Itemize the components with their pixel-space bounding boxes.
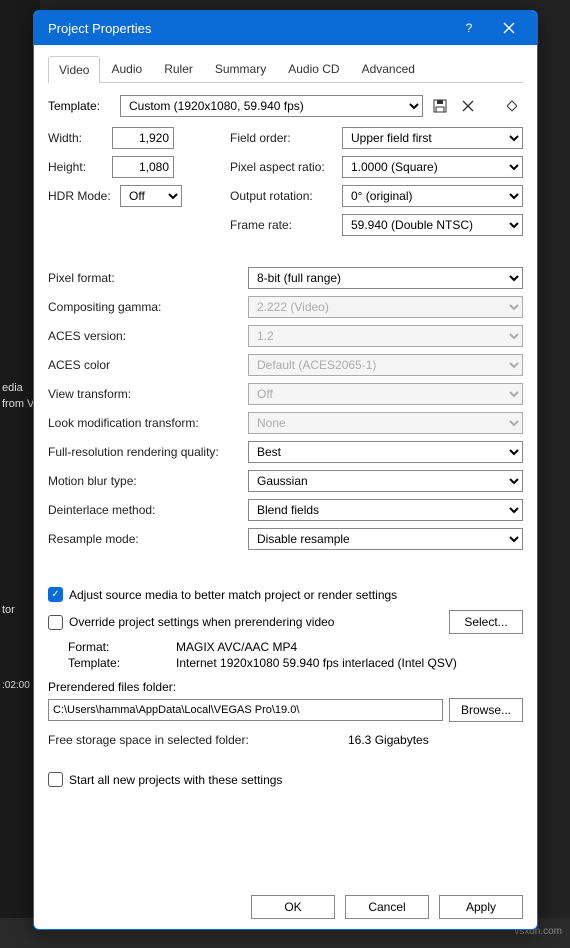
tab-advanced[interactable]: Advanced [351,55,426,82]
prerender-template-label: Template: [68,656,176,670]
dialog-footer: OK Cancel Apply [34,885,537,929]
cancel-button[interactable]: Cancel [345,895,429,919]
folder-input[interactable] [48,699,443,721]
x-icon [462,100,474,112]
close-button[interactable] [489,13,529,43]
tab-audio-cd[interactable]: Audio CD [277,55,350,82]
help-button[interactable]: ? [449,13,489,43]
field-order-select[interactable]: Upper field first [342,127,523,149]
project-properties-dialog: Project Properties ? Video Audio Ruler S… [33,10,538,930]
hdr-label: HDR Mode: [48,189,120,203]
resample-label: Resample mode: [48,532,248,546]
height-input[interactable] [112,156,174,178]
freespace-label: Free storage space in selected folder: [48,733,348,747]
width-input[interactable] [112,127,174,149]
hdr-select[interactable]: Off [120,185,182,207]
close-icon [503,22,515,34]
aces-color-select: Default (ACES2065-1) [248,354,523,376]
ok-button[interactable]: OK [251,895,335,919]
height-label: Height: [48,160,112,174]
tab-bar: Video Audio Ruler Summary Audio CD Advan… [48,55,523,83]
match-media-button[interactable] [501,95,523,117]
gamma-label: Compositing gamma: [48,300,248,314]
format-label: Format: [68,640,176,654]
view-xform-label: View transform: [48,387,248,401]
save-template-button[interactable] [429,95,451,117]
browse-button[interactable]: Browse... [449,698,523,722]
select-button[interactable]: Select... [449,610,523,634]
pixel-format-select[interactable]: 8-bit (full range) [248,267,523,289]
look-select: None [248,412,523,434]
titlebar: Project Properties ? [34,11,537,45]
pixel-format-label: Pixel format: [48,271,248,285]
look-label: Look modification transform: [48,416,248,430]
fps-select[interactable]: 59.940 (Double NTSC) [342,214,523,236]
tab-audio[interactable]: Audio [100,55,153,82]
aces-color-label: ACES color [48,358,248,372]
override-label: Override project settings when prerender… [69,615,334,629]
template-label: Template: [48,99,114,113]
dialog-title: Project Properties [48,21,449,36]
resample-select[interactable]: Disable resample [248,528,523,550]
par-label: Pixel aspect ratio: [230,160,342,174]
par-select[interactable]: 1.0000 (Square) [342,156,523,178]
aces-ver-label: ACES version: [48,329,248,343]
adjust-source-label: Adjust source media to better match proj… [69,588,397,602]
rotation-label: Output rotation: [230,189,342,203]
width-label: Width: [48,131,112,145]
start-all-checkbox[interactable] [48,772,63,787]
render-q-select[interactable]: Best [248,441,523,463]
apply-button[interactable]: Apply [439,895,523,919]
aces-ver-select: 1.2 [248,325,523,347]
tab-summary[interactable]: Summary [204,55,277,82]
motion-blur-label: Motion blur type: [48,474,248,488]
format-value: MAGIX AVC/AAC MP4 [176,640,523,654]
floppy-icon [433,99,447,113]
rotation-select[interactable]: 0° (original) [342,185,523,207]
match-icon [505,99,519,113]
tab-ruler[interactable]: Ruler [153,55,204,82]
render-q-label: Full-resolution rendering quality: [48,445,248,459]
fps-label: Frame rate: [230,218,342,232]
override-checkbox[interactable] [48,615,63,630]
motion-blur-select[interactable]: Gaussian [248,470,523,492]
view-xform-select: Off [248,383,523,405]
freespace-value: 16.3 Gigabytes [348,733,429,747]
prerender-template-value: Internet 1920x1080 59.940 fps interlaced… [176,656,523,670]
deint-label: Deinterlace method: [48,503,248,517]
template-select[interactable]: Custom (1920x1080, 59.940 fps) [120,95,423,117]
deint-select[interactable]: Blend fields [248,499,523,521]
start-all-label: Start all new projects with these settin… [69,773,282,787]
gamma-select: 2.222 (Video) [248,296,523,318]
adjust-source-checkbox[interactable] [48,587,63,602]
field-order-label: Field order: [230,131,342,145]
tab-video[interactable]: Video [48,56,100,83]
delete-template-button[interactable] [457,95,479,117]
folder-label: Prerendered files folder: [48,680,523,694]
